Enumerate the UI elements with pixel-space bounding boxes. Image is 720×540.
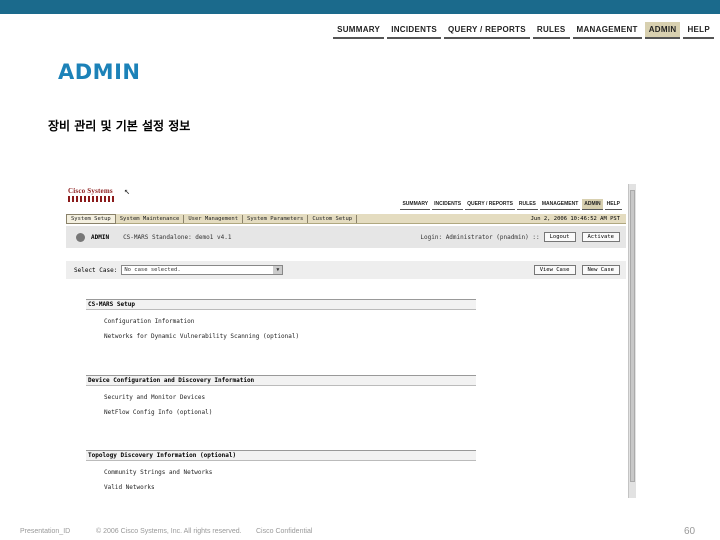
section-device-configuration: Device Configuration and Discovery Infor…	[86, 375, 476, 416]
slide-nav-help[interactable]: HELP	[683, 22, 714, 39]
user-icon	[76, 232, 85, 242]
vertical-scrollbar[interactable]	[628, 184, 636, 498]
slide-nav-incidents[interactable]: INCIDENTS	[387, 22, 442, 39]
inner-nav-management[interactable]: MANAGEMENT	[539, 199, 581, 210]
section-heading: Topology Discovery Information (optional…	[86, 450, 476, 461]
inner-top-nav: SUMMARY INCIDENTS QUERY / REPORTS RULES …	[398, 199, 622, 210]
view-case-button[interactable]: View Case	[533, 265, 576, 275]
inner-nav-help[interactable]: HELP	[604, 199, 622, 210]
page-label: ADMIN	[91, 233, 110, 241]
footer-confidential: Cisco Confidential	[256, 528, 313, 535]
footer-copyright: © 2006 Cisco Systems, Inc. All rights re…	[96, 528, 242, 535]
link-community-strings[interactable]: Community Strings and Networks	[86, 469, 476, 476]
link-security-monitor-devices[interactable]: Security and Monitor Devices	[86, 394, 476, 401]
slide-nav-query-reports[interactable]: QUERY / REPORTS	[444, 22, 530, 39]
logout-button[interactable]: Logout	[543, 232, 576, 242]
cisco-logo-bars-icon	[68, 196, 114, 202]
status-row: ADMIN CS-MARS Standalone: demo1 v4.1 Log…	[66, 226, 626, 248]
new-case-button[interactable]: New Case	[581, 265, 620, 275]
admin-tab-strip: System Setup System Maintenance User Man…	[66, 213, 626, 224]
tab-user-management[interactable]: User Management	[184, 214, 244, 223]
case-select[interactable]: No case selected. ▼	[121, 265, 284, 275]
tab-system-setup[interactable]: System Setup	[66, 213, 116, 224]
link-netflow-config-info[interactable]: NetFlow Config Info (optional)	[86, 409, 476, 416]
inner-nav-query-reports[interactable]: QUERY / REPORTS	[465, 199, 515, 210]
select-case-label: Select Case:	[74, 266, 118, 274]
page-number: 60	[684, 526, 696, 537]
section-heading: Device Configuration and Discovery Infor…	[86, 375, 476, 386]
mouse-cursor-icon: ↖	[124, 186, 131, 197]
section-topology-discovery: Topology Discovery Information (optional…	[86, 450, 476, 491]
link-networks-vulnerability-scanning[interactable]: Networks for Dynamic Vulnerability Scann…	[86, 333, 476, 340]
inner-nav-rules[interactable]: RULES	[516, 199, 538, 210]
slide-nav-summary[interactable]: SUMMARY	[333, 22, 385, 39]
section-heading: CS-MARS Setup	[86, 299, 476, 310]
slide-subtitle: 장비 관리 및 기본 설정 정보	[48, 119, 191, 133]
tab-custom-setup[interactable]: Custom Setup	[308, 214, 358, 223]
scrollbar-thumb[interactable]	[630, 190, 635, 482]
embedded-screenshot: Cisco Systems ↖ SUMMARY INCIDENTS QUERY …	[66, 184, 638, 498]
inner-nav-summary[interactable]: SUMMARY	[400, 199, 431, 210]
link-configuration-information[interactable]: Configuration Information	[86, 318, 476, 325]
slide-title: ADMIN	[58, 60, 141, 84]
timestamp: Jun 2, 2006 10:46:52 AM PST	[530, 215, 620, 222]
inner-nav-incidents[interactable]: INCIDENTS	[432, 199, 464, 210]
tab-system-maintenance[interactable]: System Maintenance	[116, 214, 185, 223]
case-select-value: No case selected.	[124, 267, 181, 273]
case-select-row: Select Case: No case selected. ▼ View Ca…	[66, 261, 626, 279]
top-banner	[0, 0, 720, 14]
slide-top-nav: SUMMARY INCIDENTS QUERY / REPORTS RULES …	[330, 22, 714, 39]
cisco-logo: Cisco Systems	[68, 187, 113, 195]
footer-presentation-id: Presentation_ID	[20, 528, 71, 535]
device-name: CS-MARS Standalone: demo1 v4.1	[123, 233, 232, 241]
tab-system-parameters[interactable]: System Parameters	[243, 214, 309, 223]
section-csmars-setup: CS-MARS Setup Configuration Information …	[86, 299, 476, 340]
inner-nav-admin[interactable]: ADMIN	[582, 199, 603, 210]
slide-nav-management[interactable]: MANAGEMENT	[572, 22, 642, 39]
slide-nav-rules[interactable]: RULES	[532, 22, 570, 39]
link-valid-networks[interactable]: Valid Networks	[86, 484, 476, 491]
activate-button[interactable]: Activate	[581, 232, 620, 242]
chevron-down-icon[interactable]: ▼	[273, 266, 283, 274]
login-info: Login: Administrator (pnadmin) ::	[420, 233, 540, 241]
slide-nav-admin[interactable]: ADMIN	[644, 22, 681, 39]
